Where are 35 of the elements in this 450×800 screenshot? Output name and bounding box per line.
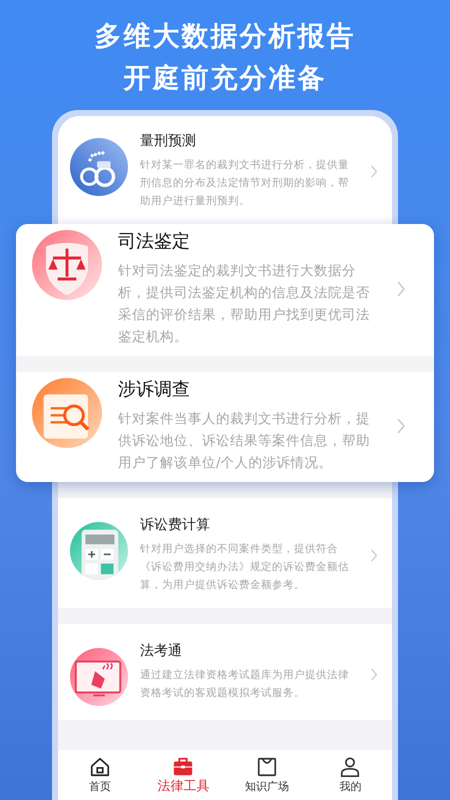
bag-icon: [256, 756, 278, 778]
chevron-right-icon: [370, 164, 378, 178]
tool-item[interactable]: 量刑预测 针对某一罪名的裁判文书进行分析，提供量刑信息的分布及法定情节对刑期的影响，帮助用户进行量刑预判。: [58, 116, 392, 224]
tool-item[interactable]: 涉诉调查 针对案件当事人的裁判文书进行分析，提供诉讼地位、诉讼结果等案件信息，帮助用户了解该单位/个人的涉诉情况。: [16, 372, 434, 482]
headline: 开庭前充分准备: [124, 62, 326, 96]
tool-title: 涉诉调查: [118, 378, 191, 402]
tool-title: 量刑预测: [140, 132, 197, 150]
calculator-icon: [70, 522, 128, 580]
tool-item[interactable]: 诉讼费计算 针对用户选择的不同案件类型，提供符合《诉讼费用交纳办法》规定的诉讼费金额估算，为用户提供诉讼费金额参考。: [58, 498, 392, 608]
tool-description: 针对司法鉴定的裁判文书进行大数据分析，提供司法鉴定机构的信息及法院是否采信的评价结果，帮助用户找到更优司法鉴定机构。: [118, 262, 371, 347]
chevron-right-icon: [370, 548, 378, 562]
tool-title: 司法鉴定: [118, 230, 191, 254]
tab[interactable]: 知识广场: [225, 750, 308, 800]
tool-description: 针对用户选择的不同案件类型，提供符合《诉讼费用交纳办法》规定的诉讼费金额估算，为用户提供诉讼费金额参考。: [140, 542, 350, 593]
briefcase-icon: [172, 756, 194, 778]
scales-icon: [32, 230, 102, 300]
tool-title: 诉讼费计算: [140, 516, 211, 534]
tab[interactable]: 我的: [308, 750, 392, 800]
document-search-icon: [32, 378, 102, 448]
tool-description: 通过建立法律资格考试题库为用户提供法律资格考试的客观题模拟考试服务。: [140, 668, 350, 701]
tool-item[interactable]: 司法鉴定 针对司法鉴定的裁判文书进行大数据分析，提供司法鉴定机构的信息及法院是否采信的评价结果，帮助用户找到更优司法鉴定机构。: [16, 224, 434, 356]
tool-title: 法考通: [140, 642, 183, 660]
tab[interactable]: 首页: [58, 750, 142, 800]
chevron-right-icon: [396, 417, 406, 435]
tool-description: 针对案件当事人的裁判文书进行分析，提供诉讼地位、诉讼结果等案件信息，帮助用户了解该单位/个人的涉诉情况。: [118, 410, 371, 473]
person-icon: [339, 756, 362, 778]
tool-description: 针对某一罪名的裁判文书进行分析，提供量刑信息的分布及法定情节对刑期的影响，帮助用户进行量刑预判。: [140, 158, 350, 209]
tab[interactable]: 法律工具: [142, 750, 225, 800]
headline: 多维大数据分析报告: [94, 20, 356, 54]
handcuffs-icon: [70, 138, 128, 196]
chevron-right-icon: [370, 666, 378, 682]
exam-screen-icon: [70, 648, 128, 706]
tool-item[interactable]: 法考通 通过建立法律资格考试题库为用户提供法律资格考试的客观题模拟考试服务。: [58, 624, 392, 720]
chevron-right-icon: [396, 280, 406, 298]
home-icon: [88, 756, 111, 778]
